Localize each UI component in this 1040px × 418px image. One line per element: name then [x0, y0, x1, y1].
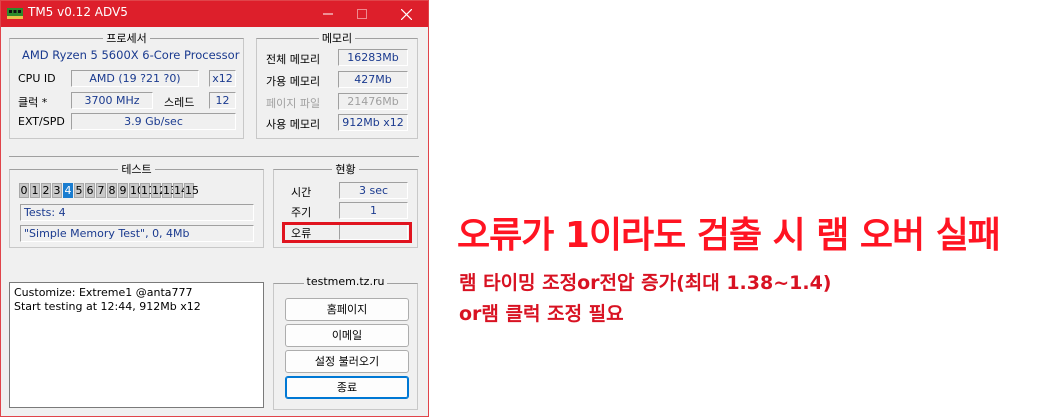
status-title: 현황 — [332, 163, 359, 176]
homepage-button[interactable]: 홈페이지 — [285, 298, 409, 321]
cycle-label: 주기 — [291, 206, 312, 219]
test-cell-4: 4 — [63, 183, 73, 198]
available-memory-field: 427Mb — [338, 71, 408, 88]
time-label: 시간 — [291, 186, 312, 199]
cpu-id-count-field: x12 — [209, 70, 236, 87]
threads-label: 스레드 — [164, 96, 195, 109]
ext-spd-label: EXT/SPD — [18, 115, 65, 128]
caption-line-1: 램 타이밍 조정or전압 증가(최대 1.38~1.4) — [459, 272, 832, 294]
test-cell-3: 3 — [52, 183, 62, 198]
email-button[interactable]: 이메일 — [285, 324, 409, 347]
test-cell-7: 7 — [96, 183, 106, 198]
test-cell-10: 10 — [129, 183, 144, 198]
close-button[interactable] — [386, 1, 426, 27]
available-memory-label: 가용 메모리 — [266, 75, 321, 88]
log-output[interactable]: Customize: Extreme1 @anta777 Start testi… — [9, 282, 264, 408]
cpu-id-field: AMD (19 ?21 ?0) — [71, 70, 199, 87]
divider — [9, 156, 419, 157]
exit-button[interactable]: 종료 — [285, 376, 409, 399]
title-bar[interactable]: TM5 v0.12 ADV5 — [1, 1, 428, 27]
used-memory-field: 912Mb x12 — [338, 114, 408, 131]
memory-title: 메모리 — [318, 32, 356, 45]
site-title: testmem.tz.ru — [303, 275, 388, 288]
test-cell-2: 2 — [41, 183, 51, 198]
error-highlight-box — [282, 222, 412, 243]
close-icon — [400, 8, 412, 20]
tm5-window: TM5 v0.12 ADV5 프로세서 AMD Ryzen 5 5600X 6-… — [0, 0, 429, 417]
maximize-icon — [357, 9, 367, 19]
page-file-field: 21476Mb — [338, 93, 408, 110]
test-cells: 0 1 2 3 4 5 6 7 8 9 10 11 12 13 14 15 — [19, 183, 199, 198]
minimize-icon — [323, 13, 333, 15]
test-title: 테스트 — [118, 163, 155, 176]
caption-headline: 오류가 1이라도 검출 시 램 오버 실패 — [457, 215, 1001, 256]
threads-field: 12 — [209, 92, 236, 109]
test-cell-9: 9 — [118, 183, 128, 198]
page-file-label: 페이지 파일 — [266, 97, 321, 110]
test-cell-0: 0 — [19, 183, 29, 198]
cpu-id-label: CPU ID — [18, 72, 56, 85]
clock-label: 클럭 * — [18, 96, 48, 109]
window-title: TM5 v0.12 ADV5 — [28, 5, 128, 19]
maximize-button — [342, 1, 382, 27]
total-memory-field: 16283Mb — [338, 49, 408, 66]
current-test-field: "Simple Memory Test", 0, 4Mb — [20, 225, 254, 242]
load-settings-button[interactable]: 설정 불러오기 — [285, 350, 409, 373]
test-cell-15: 15 — [184, 183, 199, 198]
clock-field: 3700 MHz — [71, 92, 153, 109]
processor-title: 프로세서 — [103, 32, 150, 45]
total-memory-label: 전체 메모리 — [266, 53, 321, 66]
ram-stick-icon — [7, 8, 23, 19]
test-cell-11: 11 — [140, 183, 155, 198]
log-line: Start testing at 12:44, 912Mb x12 — [14, 300, 201, 313]
caption-line-2: or램 클럭 조정 필요 — [459, 303, 624, 325]
tests-count-field: Tests: 4 — [20, 204, 254, 221]
ext-spd-field: 3.9 Gb/sec — [71, 113, 236, 130]
test-cell-14: 14 — [173, 183, 188, 198]
test-cell-13: 13 — [162, 183, 177, 198]
test-cell-8: 8 — [107, 183, 117, 198]
test-cell-5: 5 — [74, 183, 84, 198]
cycle-field: 1 — [339, 202, 408, 219]
used-memory-label: 사용 메모리 — [266, 118, 321, 131]
cpu-name: AMD Ryzen 5 5600X 6-Core Processor — [22, 48, 240, 62]
test-cell-12: 12 — [151, 183, 166, 198]
test-cell-1: 1 — [30, 183, 40, 198]
time-field: 3 sec — [339, 182, 408, 199]
log-line: Customize: Extreme1 @anta777 — [14, 286, 193, 299]
test-cell-6: 6 — [85, 183, 95, 198]
